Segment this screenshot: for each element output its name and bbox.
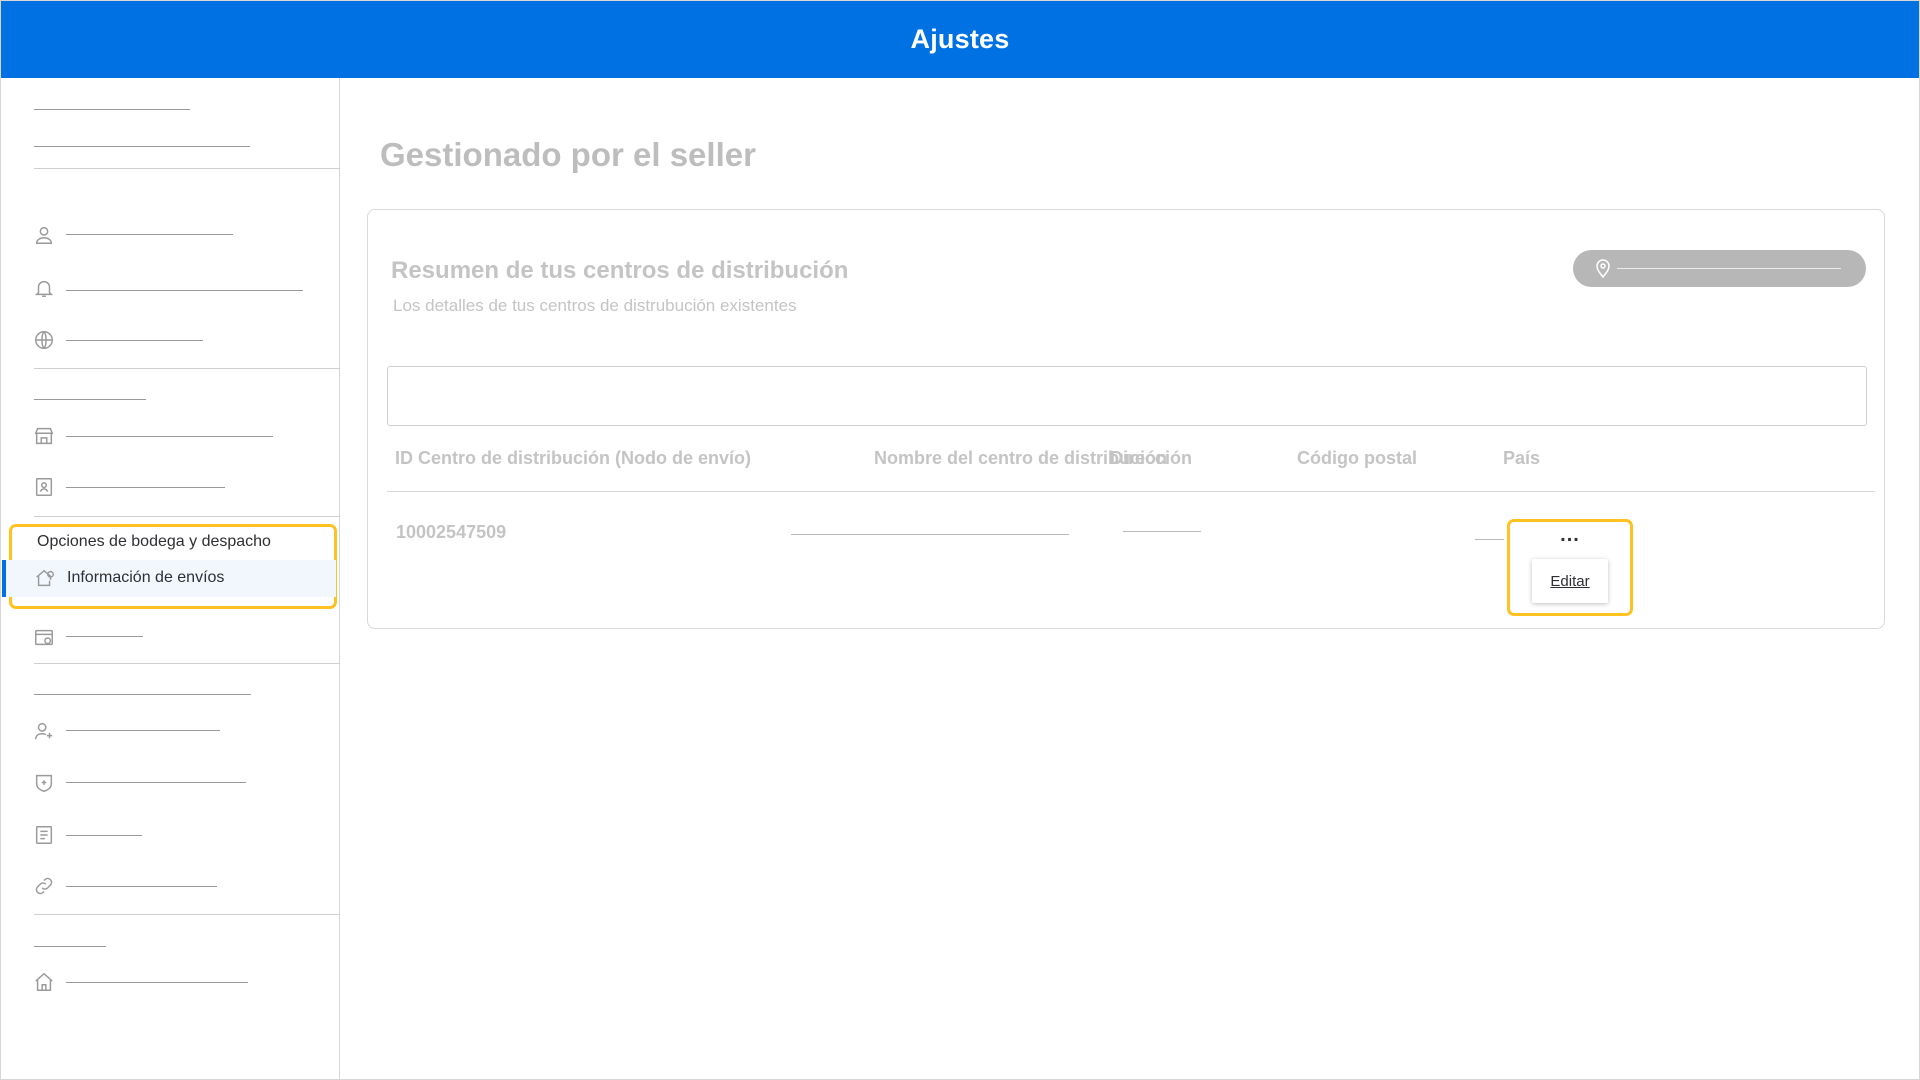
column-header-country: País: [1503, 448, 1541, 468]
sidebar-subheading-placeholder: [34, 146, 250, 147]
sidebar-divider: [34, 168, 340, 169]
sidebar-section-placeholder: [34, 694, 251, 695]
card-subtitle: Los detalles de tus centros de distrubuc…: [393, 296, 797, 315]
link-icon: [33, 875, 55, 897]
sidebar-item-store[interactable]: [66, 436, 273, 437]
more-options-icon[interactable]: ...: [1510, 524, 1630, 547]
sidebar-item-shipping-info[interactable]: Información de envíos: [2, 560, 336, 597]
user-icon: [33, 224, 55, 246]
search-input[interactable]: [387, 366, 1867, 426]
sidebar-section-placeholder: [34, 399, 146, 400]
sidebar-item-home[interactable]: [66, 982, 248, 983]
sidebar-item-users[interactable]: [66, 730, 220, 731]
sidebar-divider: [34, 368, 340, 369]
table-header-divider: [387, 491, 1875, 492]
sidebar-item-language[interactable]: [66, 340, 203, 341]
sidebar-item-integrations[interactable]: [66, 886, 217, 887]
column-header-id: ID Centro de distribución (Nodo de envío…: [395, 448, 752, 468]
page-title: Gestionado por el seller: [380, 136, 756, 173]
sidebar-divider: [34, 516, 340, 517]
page-header-title: Ajustes: [910, 24, 1010, 54]
active-indicator: [2, 560, 6, 597]
actions-menu: Editar: [1532, 559, 1608, 603]
sidebar-item-business-info[interactable]: [66, 487, 225, 488]
main-content: Gestionado por el seller Resumen de tus …: [340, 78, 1919, 1079]
sidebar-item-label: Información de envíos: [67, 569, 225, 586]
sidebar-heading-placeholder: [34, 109, 190, 110]
column-header-address: Dirección: [1110, 448, 1193, 468]
row-actions-highlight: ... Editar: [1507, 519, 1633, 616]
edit-link[interactable]: Editar: [1550, 573, 1589, 590]
sidebar-item-certifications[interactable]: [66, 782, 246, 783]
sidebar-divider: [34, 914, 340, 915]
shipping-house-icon: [34, 567, 56, 589]
location-filter-placeholder: [1617, 268, 1841, 269]
store-icon: [33, 425, 55, 447]
map-pin-icon: [1595, 258, 1611, 279]
sidebar-divider: [34, 663, 340, 664]
sidebar-section-placeholder: [34, 946, 106, 947]
table-cell-id: 10002547509: [396, 522, 507, 542]
table-cell-country-placeholder: [1475, 539, 1504, 540]
top-bar: Ajustes: [1, 1, 1919, 78]
table-cell-address-placeholder: [1123, 531, 1201, 532]
location-filter-button[interactable]: [1573, 250, 1866, 287]
sidebar-section-warehouse: Opciones de bodega y despacho: [37, 533, 271, 550]
bell-icon: [33, 277, 55, 299]
add-user-icon: [33, 720, 55, 742]
column-header-postal-code: Código postal: [1297, 448, 1417, 468]
payment-card-icon: [33, 627, 55, 649]
id-card-icon: [33, 476, 55, 498]
document-icon: [33, 824, 55, 846]
sidebar-item-documents[interactable]: [66, 835, 142, 836]
sidebar-item-payments[interactable]: [66, 636, 143, 637]
distribution-centers-card: Resumen de tus centros de distribución L…: [367, 209, 1885, 629]
sidebar-item-profile[interactable]: [66, 234, 233, 235]
home-icon: [33, 971, 55, 993]
card-title: Resumen de tus centros de distribución: [391, 257, 849, 284]
badge-icon: [33, 772, 55, 794]
globe-icon: [33, 329, 55, 351]
table-cell-name-placeholder: [791, 534, 1069, 535]
sidebar-item-notifications[interactable]: [66, 290, 303, 291]
sidebar: Opciones de bodega y despacho Informació…: [1, 78, 340, 1079]
